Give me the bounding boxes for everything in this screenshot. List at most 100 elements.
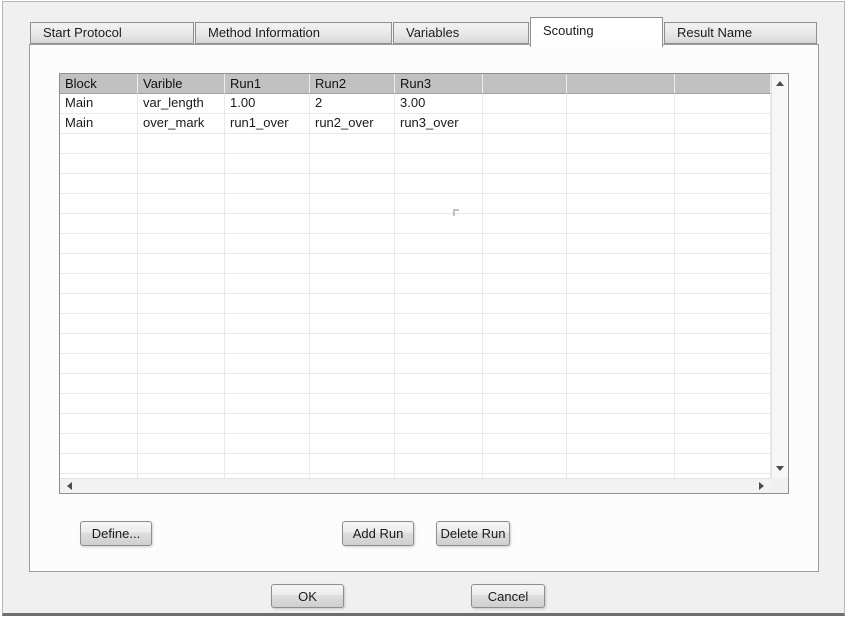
- table-cell: [675, 274, 771, 294]
- table-cell[interactable]: 2: [310, 94, 395, 114]
- table-cell: [138, 314, 225, 334]
- table-cell: [60, 394, 138, 414]
- table-cell[interactable]: Main: [60, 114, 138, 134]
- table-cell[interactable]: Main: [60, 94, 138, 114]
- table-cell: [567, 354, 675, 374]
- table-cell[interactable]: [567, 94, 675, 114]
- table-cell: [567, 154, 675, 174]
- table-cell: [60, 454, 138, 474]
- table-cell: [225, 234, 310, 254]
- scouting-table: BlockVaribleRun1Run2Run3 Mainvar_length1…: [59, 73, 789, 494]
- table-cell: [60, 434, 138, 454]
- ok-button[interactable]: OK: [271, 584, 344, 608]
- table-cell: [567, 274, 675, 294]
- dialog-window: Start ProtocolMethod InformationVariable…: [2, 1, 845, 616]
- table-cell[interactable]: 3.00: [395, 94, 483, 114]
- table-cell[interactable]: [675, 114, 771, 134]
- vertical-scrollbar[interactable]: [771, 74, 788, 478]
- table-cell: [483, 394, 567, 414]
- table-cell: [675, 434, 771, 454]
- table-cell: [138, 434, 225, 454]
- table-cell: [395, 334, 483, 354]
- column-header-run2: Run2: [310, 74, 395, 94]
- scrollbar-corner: [771, 478, 788, 493]
- table-cell: [60, 374, 138, 394]
- table-cell: [225, 314, 310, 334]
- table-cell: [225, 414, 310, 434]
- table-cell[interactable]: run2_over: [310, 114, 395, 134]
- tab-start-protocol[interactable]: Start Protocol: [30, 22, 194, 44]
- table-cell: [310, 214, 395, 234]
- table-cell: [225, 294, 310, 314]
- table-cell[interactable]: [675, 94, 771, 114]
- table-cell: [567, 294, 675, 314]
- table-cell: [395, 234, 483, 254]
- table-cell: [138, 454, 225, 474]
- table-cell: [138, 234, 225, 254]
- define-button[interactable]: Define...: [80, 521, 152, 546]
- table-cell[interactable]: run1_over: [225, 114, 310, 134]
- table-cell: [483, 294, 567, 314]
- table-cell[interactable]: over_mark: [138, 114, 225, 134]
- table-cell: [483, 414, 567, 434]
- table-cell[interactable]: [567, 114, 675, 134]
- table-cell: [138, 354, 225, 374]
- cancel-button[interactable]: Cancel: [471, 584, 545, 608]
- table-cell: [675, 254, 771, 274]
- table-row-empty: [60, 314, 771, 334]
- scroll-up-icon[interactable]: [776, 81, 784, 86]
- table-cell: [310, 174, 395, 194]
- table-cell: [310, 454, 395, 474]
- scroll-down-icon[interactable]: [776, 466, 784, 471]
- table-cell: [310, 294, 395, 314]
- table-cell: [675, 234, 771, 254]
- table-cell: [138, 334, 225, 354]
- table-row-empty: [60, 254, 771, 274]
- table-row-empty: [60, 434, 771, 454]
- add-run-button[interactable]: Add Run: [342, 521, 414, 546]
- table-cell[interactable]: [483, 94, 567, 114]
- scroll-left-icon[interactable]: [67, 482, 72, 490]
- table-cell: [567, 254, 675, 274]
- table-cell: [138, 214, 225, 234]
- table-cell[interactable]: 1.00: [225, 94, 310, 114]
- table-cell: [567, 314, 675, 334]
- table-cell: [138, 414, 225, 434]
- table-cell: [483, 314, 567, 334]
- table-cell[interactable]: run3_over: [395, 114, 483, 134]
- table-row-empty: [60, 274, 771, 294]
- horizontal-scrollbar[interactable]: [60, 478, 771, 493]
- table-cell: [675, 194, 771, 214]
- table-cell: [310, 154, 395, 174]
- table-cell: [675, 294, 771, 314]
- table-cell: [675, 414, 771, 434]
- table-cell: [675, 174, 771, 194]
- table-row-empty: [60, 334, 771, 354]
- table-cell: [567, 234, 675, 254]
- tab-scouting[interactable]: Scouting: [530, 17, 663, 47]
- table-cell: [138, 374, 225, 394]
- table-row-empty: [60, 414, 771, 434]
- tab-result-name[interactable]: Result Name: [664, 22, 817, 44]
- table-cell: [483, 434, 567, 454]
- table-cell: [60, 134, 138, 154]
- table-cell: [395, 374, 483, 394]
- table-cell[interactable]: var_length: [138, 94, 225, 114]
- table-cell: [395, 214, 483, 234]
- delete-run-button[interactable]: Delete Run: [436, 521, 510, 546]
- table-cell: [310, 414, 395, 434]
- table-cell[interactable]: [483, 114, 567, 134]
- table-cell: [675, 394, 771, 414]
- table-cell: [675, 154, 771, 174]
- tab-variables[interactable]: Variables: [393, 22, 529, 44]
- table-row-empty: [60, 154, 771, 174]
- table-cell: [395, 154, 483, 174]
- table-cell: [483, 274, 567, 294]
- table-cell: [225, 394, 310, 414]
- table-cell: [395, 174, 483, 194]
- column-header-empty-7: [675, 74, 771, 94]
- table-cell: [225, 194, 310, 214]
- scroll-right-icon[interactable]: [759, 482, 764, 490]
- tab-method-information[interactable]: Method Information: [195, 22, 392, 44]
- table-cell: [675, 354, 771, 374]
